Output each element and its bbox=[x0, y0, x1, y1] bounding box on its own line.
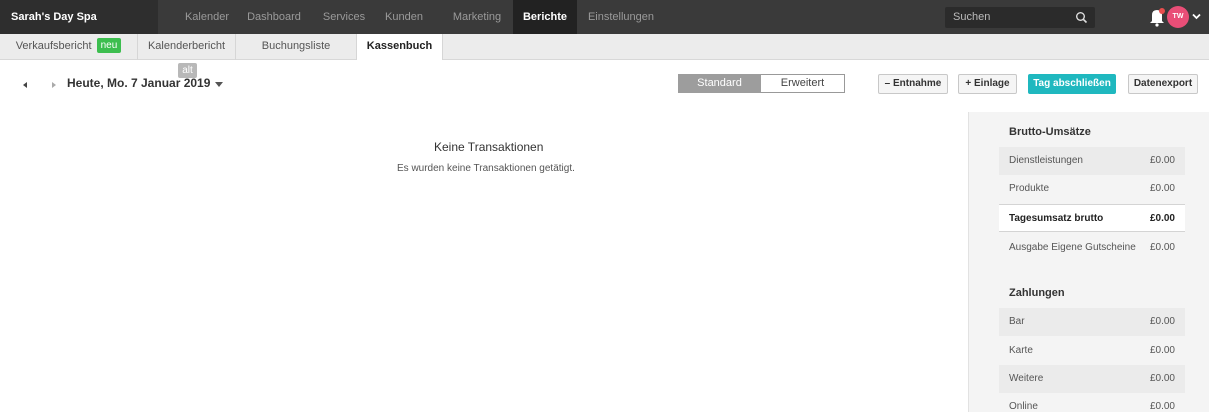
nav-item-einstellungen[interactable]: Einstellungen bbox=[578, 0, 664, 34]
row-value: £0.00 bbox=[1149, 316, 1175, 327]
row-label: Weitere bbox=[1009, 373, 1044, 384]
brand-name[interactable]: Sarah's Day Spa bbox=[0, 0, 158, 34]
tab-label: Verkaufsbericht bbox=[15, 40, 92, 52]
avatar[interactable]: TW bbox=[1167, 6, 1189, 28]
view-standard-toggle[interactable]: Standard bbox=[678, 74, 761, 93]
summary-row: Dienstleistungen £0.00 bbox=[999, 147, 1185, 175]
chevron-down-icon[interactable] bbox=[1192, 12, 1201, 21]
payment-row: Weitere £0.00 bbox=[999, 365, 1185, 393]
minus-icon: – bbox=[884, 78, 891, 89]
row-label: Produkte bbox=[1009, 183, 1050, 194]
plus-icon: + bbox=[965, 78, 972, 89]
new-badge: neu bbox=[96, 38, 122, 53]
row-value: £0.00 bbox=[1149, 213, 1175, 224]
row-label: Tagesumsatz brutto bbox=[1009, 213, 1104, 224]
payments-heading: Zahlungen bbox=[1009, 287, 1065, 299]
search-icon[interactable] bbox=[1075, 11, 1088, 24]
close-day-button[interactable]: Tag abschließen bbox=[1028, 74, 1116, 94]
row-value: £0.00 bbox=[1149, 183, 1175, 194]
row-value: £0.00 bbox=[1149, 345, 1175, 356]
summary-row: Ausgabe Eigene Gutscheine £0.00 bbox=[999, 234, 1185, 262]
previous-day-arrow-icon[interactable] bbox=[20, 80, 30, 90]
notification-bell-icon[interactable] bbox=[1148, 7, 1166, 27]
tab-verkaufsbericht[interactable]: Verkaufsbericht neu bbox=[0, 34, 138, 60]
data-export-button[interactable]: Datenexport bbox=[1128, 74, 1198, 94]
row-label: Ausgabe Eigene Gutscheine bbox=[1009, 242, 1136, 253]
nav-item-berichte[interactable]: Berichte bbox=[513, 0, 577, 34]
row-label: Dienstleistungen bbox=[1009, 155, 1083, 166]
row-value: £0.00 bbox=[1149, 401, 1175, 412]
empty-state-title: Keine Transaktionen bbox=[434, 140, 544, 154]
row-value: £0.00 bbox=[1149, 155, 1175, 166]
withdraw-button[interactable]: – Entnahme bbox=[878, 74, 948, 94]
gross-sales-heading: Brutto-Umsätze bbox=[1009, 126, 1091, 138]
row-value: £0.00 bbox=[1149, 373, 1175, 384]
button-label: Einlage bbox=[974, 78, 1010, 89]
summary-panel: Brutto-Umsätze Dienstleistungen £0.00 Pr… bbox=[968, 112, 1209, 412]
summary-total-row: Tagesumsatz brutto £0.00 bbox=[999, 204, 1185, 232]
nav-item-dashboard[interactable]: Dashboard bbox=[238, 0, 310, 34]
payment-row: Online £0.00 bbox=[999, 393, 1185, 412]
button-label: Entnahme bbox=[893, 78, 942, 89]
row-label: Online bbox=[1009, 401, 1038, 412]
search-placeholder: Suchen bbox=[953, 11, 991, 23]
tab-kassenbuch[interactable]: Kassenbuch bbox=[357, 34, 443, 60]
payment-row: Bar £0.00 bbox=[999, 308, 1185, 336]
date-picker-label[interactable]: Heute, Mo. 7 Januar 2019 bbox=[67, 76, 210, 90]
summary-row: Produkte £0.00 bbox=[999, 175, 1185, 203]
tab-buchungsliste[interactable]: Buchungsliste bbox=[236, 34, 357, 60]
top-navigation: Sarah's Day Spa Kalender Dashboard Servi… bbox=[0, 0, 1209, 34]
deposit-button[interactable]: + Einlage bbox=[958, 74, 1017, 94]
search-input[interactable]: Suchen bbox=[945, 7, 1095, 28]
view-extended-toggle[interactable]: Erweitert bbox=[761, 74, 845, 93]
next-day-arrow-icon[interactable] bbox=[49, 80, 59, 90]
row-value: £0.00 bbox=[1149, 242, 1175, 253]
nav-item-services[interactable]: Services bbox=[314, 0, 374, 34]
row-label: Bar bbox=[1009, 316, 1025, 327]
empty-state-message: Es wurden keine Transaktionen getätigt. bbox=[397, 163, 575, 174]
nav-item-kunden[interactable]: Kunden bbox=[374, 0, 434, 34]
payment-row: Karte £0.00 bbox=[999, 337, 1185, 365]
tab-kalenderbericht[interactable]: Kalenderbericht alt bbox=[138, 34, 236, 78]
tab-label: Kalenderbericht bbox=[147, 40, 226, 52]
nav-item-marketing[interactable]: Marketing bbox=[444, 0, 510, 34]
caret-down-icon[interactable] bbox=[214, 81, 224, 89]
row-label: Karte bbox=[1009, 345, 1033, 356]
report-tabs: Verkaufsbericht neu Kalenderbericht alt … bbox=[0, 34, 1209, 78]
nav-item-kalender[interactable]: Kalender bbox=[176, 0, 238, 34]
